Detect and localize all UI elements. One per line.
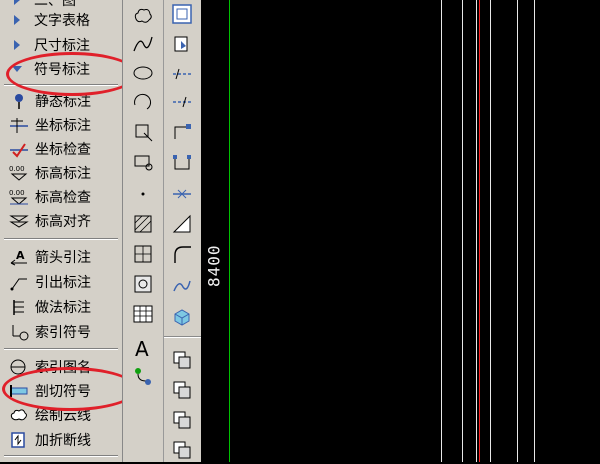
break-line-icon <box>8 429 30 451</box>
mirror-tool-icon[interactable] <box>168 30 196 58</box>
gradient-tool-icon[interactable] <box>129 240 157 268</box>
menu-category-label: 文字表格 <box>34 13 90 29</box>
layer-stack-icon-3[interactable] <box>168 406 196 434</box>
arc-tool-icon[interactable] <box>129 88 157 116</box>
method-icon <box>8 296 30 318</box>
expand-arrow-icon <box>14 15 20 25</box>
white-drawing-line <box>517 0 518 462</box>
menu-item-draw-revcloud[interactable]: 绘制云线 <box>0 403 122 427</box>
stretch-tool-icon[interactable] <box>168 210 196 238</box>
coordinate-icon <box>8 114 30 136</box>
svg-text:A: A <box>135 337 149 360</box>
cloud-tool-icon[interactable] <box>129 2 157 30</box>
white-drawing-line <box>490 0 491 462</box>
spline-tool-icon[interactable] <box>129 30 157 58</box>
menu-item-method-annotation[interactable]: 做法标注 <box>0 295 122 319</box>
menu-separator <box>4 238 118 240</box>
menu-separator <box>4 348 118 350</box>
add-selected-icon[interactable] <box>129 362 157 390</box>
leader-icon <box>8 271 30 293</box>
svg-text:0.00: 0.00 <box>9 189 25 197</box>
coordinate-check-icon <box>8 138 30 160</box>
menu-item-coordinate-check[interactable]: 坐标检查 <box>0 137 122 161</box>
menu-category-text-table[interactable]: 文字表格 <box>0 8 122 32</box>
table-tool-icon[interactable] <box>129 300 157 328</box>
menu-item-elevation-annotation[interactable]: 0.00 标高标注 <box>0 161 122 185</box>
explode-tool-icon[interactable] <box>168 272 196 300</box>
3d-tool-icon[interactable] <box>168 302 196 330</box>
index-symbol-icon <box>8 321 30 343</box>
section-symbol-icon <box>8 380 30 402</box>
pin-icon <box>8 90 30 112</box>
collapse-arrow-icon <box>12 66 22 72</box>
menu-item-elevation-check[interactable]: 0.00 标高检查 <box>0 185 122 209</box>
fillet-tool-icon[interactable] <box>168 240 196 268</box>
menu-item-section-symbol[interactable]: 剖切符号 <box>0 379 122 403</box>
hatch-tool-icon[interactable] <box>129 210 157 238</box>
menu-separator <box>4 455 118 457</box>
tianzheng-side-menu: 二、图 文字表格 尺寸标注 符号标注 静态标注 坐标标注 坐标检查 0.00 标… <box>0 0 122 462</box>
layer-stack-icon-4[interactable] <box>168 436 196 464</box>
text-tool-icon[interactable]: A <box>129 334 157 362</box>
index-name-icon <box>8 356 30 378</box>
toolbar-divider <box>164 336 201 338</box>
menu-item-static-annotation[interactable]: 静态标注 <box>0 89 122 113</box>
drawing-canvas[interactable] <box>201 0 600 462</box>
elevation-check-icon: 0.00 <box>8 186 30 208</box>
red-drawing-line <box>479 0 480 462</box>
insert-block-icon[interactable] <box>129 118 157 146</box>
move-tool-icon[interactable] <box>168 118 196 146</box>
elevation-icon: 0.00 <box>8 162 30 184</box>
menu-item-coordinate-annotation[interactable]: 坐标标注 <box>0 113 122 137</box>
svg-text:A: A <box>16 249 25 262</box>
svg-text:0.00: 0.00 <box>9 165 25 173</box>
expand-arrow-icon <box>14 40 20 50</box>
white-drawing-line <box>534 0 535 462</box>
region-tool-icon[interactable] <box>129 270 157 298</box>
elevation-align-icon <box>8 210 30 232</box>
expand-arrow-icon <box>14 0 20 5</box>
array-tool-icon[interactable] <box>168 88 196 116</box>
menu-item-index-symbol[interactable]: 索引符号 <box>0 320 122 344</box>
menu-item-elevation-align[interactable]: 标高对齐 <box>0 209 122 233</box>
make-block-icon[interactable] <box>129 148 157 176</box>
menu-category-symbol-annotation[interactable]: 符号标注 <box>0 57 122 81</box>
cloud-icon <box>8 404 30 426</box>
menu-category-label: 尺寸标注 <box>34 38 90 54</box>
point-tool-icon[interactable] <box>129 180 157 208</box>
menu-item-arrow-leader[interactable]: A 箭头引注 <box>0 245 122 269</box>
menu-item-break-line[interactable]: 加折断线 <box>0 428 122 452</box>
arrow-leader-icon: A <box>8 246 30 268</box>
draw-toolbar: A <box>122 0 164 462</box>
rotate-tool-icon[interactable] <box>168 148 196 176</box>
green-drawing-line <box>229 0 230 462</box>
modify-toolbar <box>163 0 201 462</box>
menu-category-dimension[interactable]: 尺寸标注 <box>0 33 122 57</box>
dimension-text: 8400 <box>204 244 224 288</box>
layer-stack-icon-1[interactable] <box>168 346 196 374</box>
menu-separator <box>4 84 118 86</box>
ellipse-tool-icon[interactable] <box>129 58 157 86</box>
white-drawing-line <box>441 0 442 462</box>
layer-stack-icon-2[interactable] <box>168 376 196 404</box>
offset-tool-icon[interactable] <box>168 60 196 88</box>
menu-category-label: 符号标注 <box>34 62 90 78</box>
white-drawing-line <box>476 0 477 462</box>
copy-tool-icon[interactable] <box>168 0 196 28</box>
menu-item-index-drawing-name[interactable]: 索引图名 <box>0 355 122 379</box>
white-drawing-line <box>462 0 463 462</box>
scale-tool-icon[interactable] <box>168 180 196 208</box>
menu-item-leader-annotation[interactable]: 引出标注 <box>0 270 122 294</box>
